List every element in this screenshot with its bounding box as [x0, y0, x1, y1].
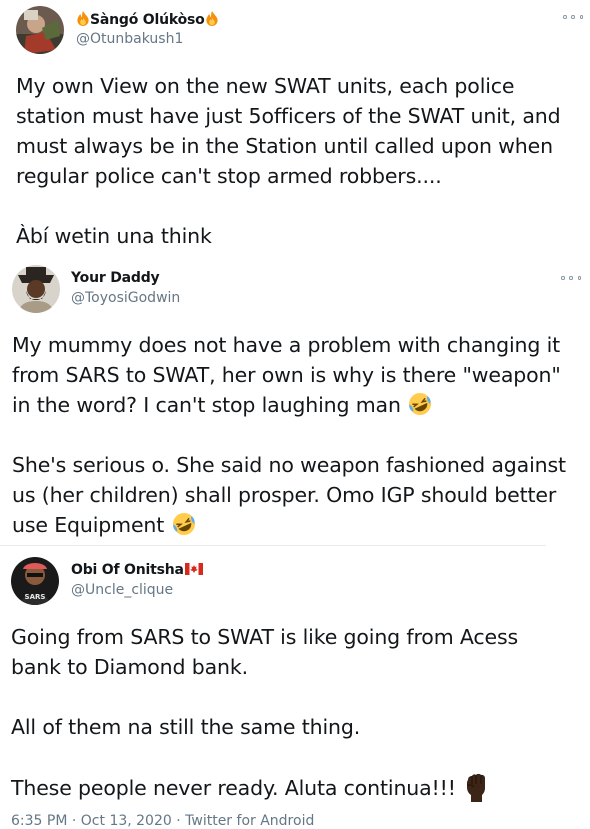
display-name[interactable]: Obi Of Onitsha — [71, 562, 203, 578]
tweet-text: Going from SARS to SWAT is like going fr… — [11, 622, 518, 802]
avatar[interactable] — [12, 265, 60, 313]
avatar-text: SARS — [25, 593, 46, 601]
display-name[interactable]: Sàngó Olúkòso — [76, 11, 219, 28]
display-name[interactable]: Your Daddy — [71, 270, 160, 286]
separator-dot: · — [176, 813, 181, 829]
separator-dot: · — [71, 813, 77, 829]
tweet-text-line-content: These people never ready. Aluta continua… — [11, 776, 456, 800]
tweet-2[interactable]: Your Daddy @ToyosiGodwin My mummy does n… — [0, 262, 590, 545]
canada-flag-icon — [184, 563, 203, 575]
display-name-text: Sàngó Olúkòso — [90, 12, 205, 28]
tweet-text-line: in the word? I can't stop laughing man — [12, 390, 566, 420]
user-handle[interactable]: @Otunbakush1 — [76, 31, 183, 47]
tweet-3[interactable]: SARS Obi Of Onitsha @Uncle_clique Going … — [0, 546, 590, 829]
tweet-date[interactable]: Oct 13, 2020 — [81, 813, 172, 829]
tweet-text-line: My own View on the new SWAT units, each … — [16, 74, 515, 98]
avatar[interactable] — [16, 6, 64, 54]
tweet-text-line — [12, 420, 566, 450]
tweet-text-line: us (her children) shall prosper. Omo IGP… — [12, 483, 557, 507]
tweet-text-line — [11, 682, 518, 712]
tweet-text-line: Àbí wetin una think — [16, 224, 212, 248]
more-options-icon[interactable] — [563, 12, 583, 22]
tweet-text: My own View on the new SWAT units, each … — [16, 71, 561, 251]
tweet-source[interactable]: Twitter for Android — [185, 813, 314, 829]
tweet-1[interactable]: Sàngó Olúkòso @Otunbakush1 My own View o… — [0, 0, 590, 262]
tweet-text-line — [16, 191, 561, 221]
tweet-text-line: She's serious o. She said no weapon fash… — [12, 453, 566, 477]
avatar[interactable]: SARS — [11, 557, 59, 605]
tweet-text-line: These people never ready. Aluta continua… — [11, 772, 518, 802]
fire-emoji-icon — [77, 11, 89, 26]
rolling-on-floor-laughing-emoji-icon — [409, 393, 432, 415]
tweet-text-line: Going from SARS to SWAT is like going fr… — [11, 625, 519, 649]
tweet-text-line: bank to Diamond bank. — [11, 655, 248, 679]
user-handle[interactable]: @ToyosiGodwin — [71, 290, 180, 306]
display-name-text: Obi Of Onitsha — [71, 562, 184, 578]
tweet-text-line: regular police can't stop armed robbers.… — [16, 164, 442, 188]
tweet-text-line: must always be in the Station until call… — [16, 134, 553, 158]
tweet-text-line: My mummy does not have a problem with ch… — [12, 333, 561, 357]
rolling-on-floor-laughing-emoji-icon — [172, 513, 195, 535]
tweet-text-line: All of them na still the same thing. — [11, 715, 361, 739]
tweet-text-line: station must have just 5officers of the … — [16, 104, 561, 128]
raised-fist-emoji-icon — [467, 773, 486, 802]
tweet-text-line: from SARS to SWAT, her own is why is the… — [12, 363, 561, 387]
tweet-footer: 6:35 PM · Oct 13, 2020 · Twitter for And… — [11, 813, 314, 829]
user-handle[interactable]: @Uncle_clique — [71, 582, 173, 598]
more-options-icon[interactable] — [561, 273, 581, 283]
tweet-text-line — [11, 742, 518, 772]
tweet-text-line-content: in the word? I can't stop laughing man — [12, 393, 401, 417]
tweet-text: My mummy does not have a problem with ch… — [12, 330, 566, 540]
tweet-text-line: use Equipment — [12, 510, 566, 540]
tweet-text-line-content: use Equipment — [12, 513, 165, 537]
tweet-time[interactable]: 6:35 PM — [11, 813, 67, 829]
fire-emoji-icon — [205, 11, 218, 26]
